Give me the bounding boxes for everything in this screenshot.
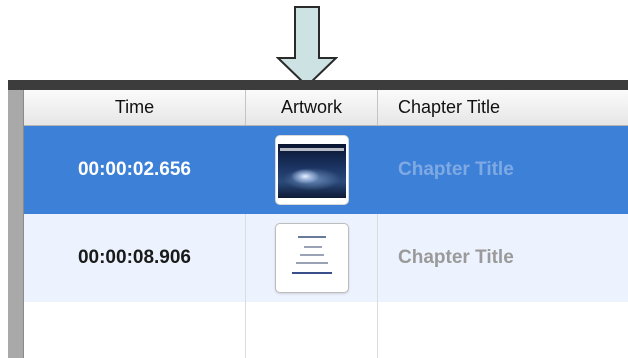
down-arrow-icon bbox=[276, 6, 338, 88]
time-cell[interactable]: 00:00:02.656 bbox=[24, 126, 246, 214]
artwork-title-band bbox=[280, 148, 344, 151]
table-left-gutter bbox=[8, 90, 24, 358]
doc-line bbox=[297, 236, 326, 238]
table-row[interactable]: 00:00:08.906 Chapter Title bbox=[24, 214, 628, 302]
doc-line bbox=[291, 272, 332, 274]
artwork-cell[interactable] bbox=[246, 214, 378, 302]
column-header-chapter-title[interactable]: Chapter Title bbox=[378, 90, 628, 125]
table-row bbox=[24, 302, 628, 358]
chapter-table: Time Artwork Chapter Title 00:00:02.656 … bbox=[0, 80, 628, 358]
space-artwork-thumbnail[interactable] bbox=[275, 135, 349, 205]
chapter-editor-screenshot: Time Artwork Chapter Title 00:00:02.656 … bbox=[0, 0, 628, 358]
artwork-cell[interactable] bbox=[246, 126, 378, 214]
space-image bbox=[278, 144, 346, 198]
table-top-bar bbox=[8, 80, 628, 90]
document-artwork-thumbnail[interactable] bbox=[274, 223, 349, 293]
time-value: 00:00:02.656 bbox=[77, 159, 192, 180]
column-header-time[interactable]: Time bbox=[24, 90, 246, 125]
table-header: Time Artwork Chapter Title bbox=[24, 90, 628, 126]
empty-cell bbox=[378, 302, 628, 358]
column-header-artwork[interactable]: Artwork bbox=[246, 90, 378, 125]
time-value: 00:00:08.906 bbox=[77, 247, 192, 268]
empty-cell bbox=[246, 302, 378, 358]
time-cell[interactable]: 00:00:08.906 bbox=[24, 214, 246, 302]
doc-line bbox=[303, 246, 322, 248]
doc-line bbox=[295, 262, 328, 264]
empty-cell bbox=[24, 302, 246, 358]
chapter-title-value: Chapter Title bbox=[398, 247, 514, 268]
table-row[interactable]: 00:00:02.656 Chapter Title bbox=[24, 126, 628, 214]
chapter-title-cell[interactable]: Chapter Title bbox=[378, 214, 628, 302]
chapter-title-value: Chapter Title bbox=[398, 159, 514, 180]
chapter-title-cell[interactable]: Chapter Title bbox=[378, 126, 628, 214]
doc-line bbox=[299, 254, 324, 256]
